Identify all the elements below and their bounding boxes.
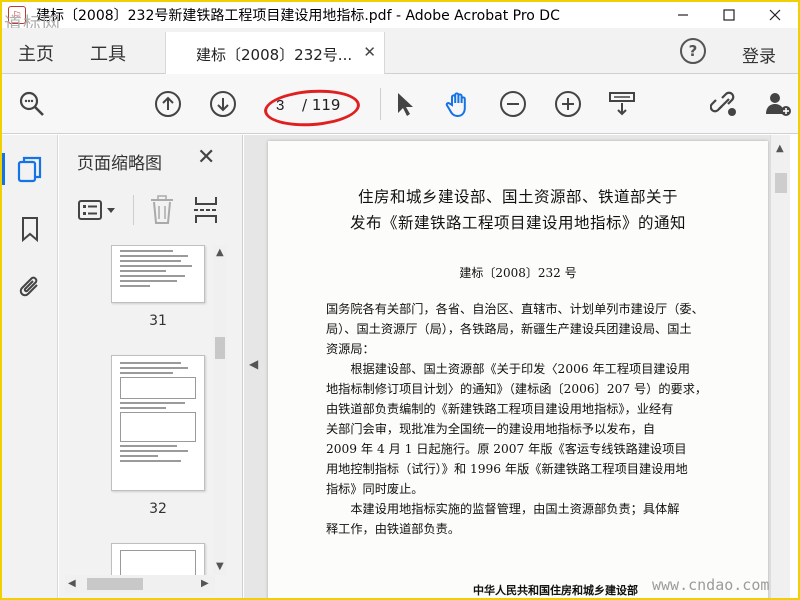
document-vertical-scrollbar[interactable]: ▲ [770, 135, 790, 598]
document-paragraph-2: 根据建设部、国土资源部《关于印发〈2006 年工程项目建设用 地指标制修订项目计… [326, 362, 708, 496]
bookmark-icon[interactable] [16, 215, 44, 243]
insert-page-icon[interactable] [193, 195, 219, 229]
add-user-icon[interactable] [764, 90, 792, 118]
search-icon[interactable] [18, 90, 46, 118]
delete-page-icon[interactable] [149, 195, 175, 229]
attachment-icon[interactable] [16, 273, 44, 301]
thumbnails-title: 页面缩略图 [77, 154, 162, 174]
page-thumbnail[interactable] [111, 245, 205, 303]
window-title: 建标〔2008〕232号新建铁路工程项目建设用地指标.pdf - Adobe A… [36, 8, 560, 24]
login-button[interactable]: 登录 [742, 42, 776, 67]
page-thumbnails-icon[interactable] [16, 155, 44, 183]
minimize-icon [678, 14, 688, 16]
thumbnail-options-icon[interactable] [77, 197, 123, 227]
maximize-icon [723, 9, 735, 21]
title-bar: ⚐ 道标网 建标〔2008〕232号新建铁路工程项目建设用地指标.pdf - A… [2, 2, 798, 35]
page-thumbnail[interactable] [111, 543, 205, 575]
thumbnails-vertical-scrollbar[interactable]: ▲ ▼ [213, 245, 227, 575]
page-thumbnail[interactable] [111, 355, 205, 491]
main-toolbar: / 119 [2, 74, 798, 134]
scroll-right-icon[interactable]: ▶ [201, 578, 209, 589]
scroll-down-icon[interactable]: ▼ [216, 561, 224, 572]
thumbnails-toolbar [59, 185, 243, 235]
scrollbar-thumb[interactable] [215, 337, 225, 359]
scroll-mode-icon[interactable] [608, 90, 636, 118]
document-tab-label: 建标〔2008〕232号... [196, 46, 353, 64]
close-icon [769, 9, 781, 21]
document-footer-issuer: 中华人民共和国住房和城乡建设部 [473, 584, 638, 597]
panel-collapse-handle[interactable]: ◀ [244, 135, 264, 598]
document-number: 建标〔2008〕232 号 [459, 266, 577, 280]
thumbnail-page-label: 31 [149, 313, 167, 329]
thumbnails-list: 31 32 [59, 245, 229, 575]
zoom-out-icon[interactable] [499, 90, 527, 118]
tab-bar: 主页 工具 建标〔2008〕232号... ✕ ? 登录 [2, 28, 798, 75]
help-icon[interactable]: ? [680, 38, 706, 64]
document-tab[interactable]: 建标〔2008〕232号... ✕ [165, 32, 385, 75]
document-viewer[interactable]: 住房和城乡建设部、国土资源部、铁道部关于 发布《新建铁路工程项目建设用地指标》的… [264, 135, 770, 598]
window-controls [660, 2, 798, 28]
navigation-rail [2, 135, 58, 598]
document-title-line-2: 发布《新建铁路工程项目建设用地指标》的通知 [349, 214, 686, 232]
scrollbar-thumb[interactable] [87, 578, 143, 590]
close-tab-icon[interactable]: ✕ [363, 43, 376, 61]
share-link-icon[interactable] [710, 90, 738, 118]
pdf-page: 住房和城乡建设部、国土资源部、铁道部关于 发布《新建铁路工程项目建设用地指标》的… [268, 141, 768, 598]
next-page-icon[interactable] [209, 90, 237, 118]
close-panel-icon[interactable]: ✕ [197, 145, 215, 170]
tab-home[interactable]: 主页 [18, 40, 54, 66]
document-paragraph-1: 国务院各有关部门，各省、自治区、直辖市、计划单列市建设厅（委、 局）、国土资源厅… [326, 302, 704, 356]
collapse-left-icon: ◀ [249, 357, 259, 371]
thumbnail-page-label: 32 [149, 501, 167, 517]
thumbnails-horizontal-scrollbar[interactable]: ◀ ▶ [65, 575, 215, 593]
document-paragraph-3: 本建设用地指标实施的监督管理，由国土资源部负责；具体解 释工作，由铁道部负责。 [326, 502, 680, 536]
thumbnails-panel: 页面缩略图 ✕ 31 32 ▲ ▼ ◀ ▶ [59, 135, 243, 598]
toolbar-separator [380, 88, 381, 120]
tab-tools[interactable]: 工具 [90, 40, 126, 66]
minimize-button[interactable] [660, 2, 706, 28]
scrollbar-thumb[interactable] [775, 173, 787, 193]
select-cursor-icon[interactable] [390, 90, 418, 118]
acrobat-window: ⚐ 道标网 建标〔2008〕232号新建铁路工程项目建设用地指标.pdf - A… [0, 0, 800, 600]
zoom-in-icon[interactable] [554, 90, 582, 118]
rail-active-indicator [2, 153, 5, 185]
watermark-bottom: www.cndao.com [652, 576, 770, 594]
document-title-line-1: 住房和城乡建设部、国土资源部、铁道部关于 [357, 188, 678, 206]
close-window-button[interactable] [752, 2, 798, 28]
hand-tool-icon[interactable] [444, 90, 472, 118]
scroll-left-icon[interactable]: ◀ [68, 578, 76, 589]
scroll-up-icon[interactable]: ▲ [776, 143, 784, 154]
scroll-up-icon[interactable]: ▲ [216, 247, 224, 258]
maximize-button[interactable] [706, 2, 752, 28]
thumbnails-toolbar-separator [133, 195, 134, 225]
previous-page-icon[interactable] [154, 90, 182, 118]
